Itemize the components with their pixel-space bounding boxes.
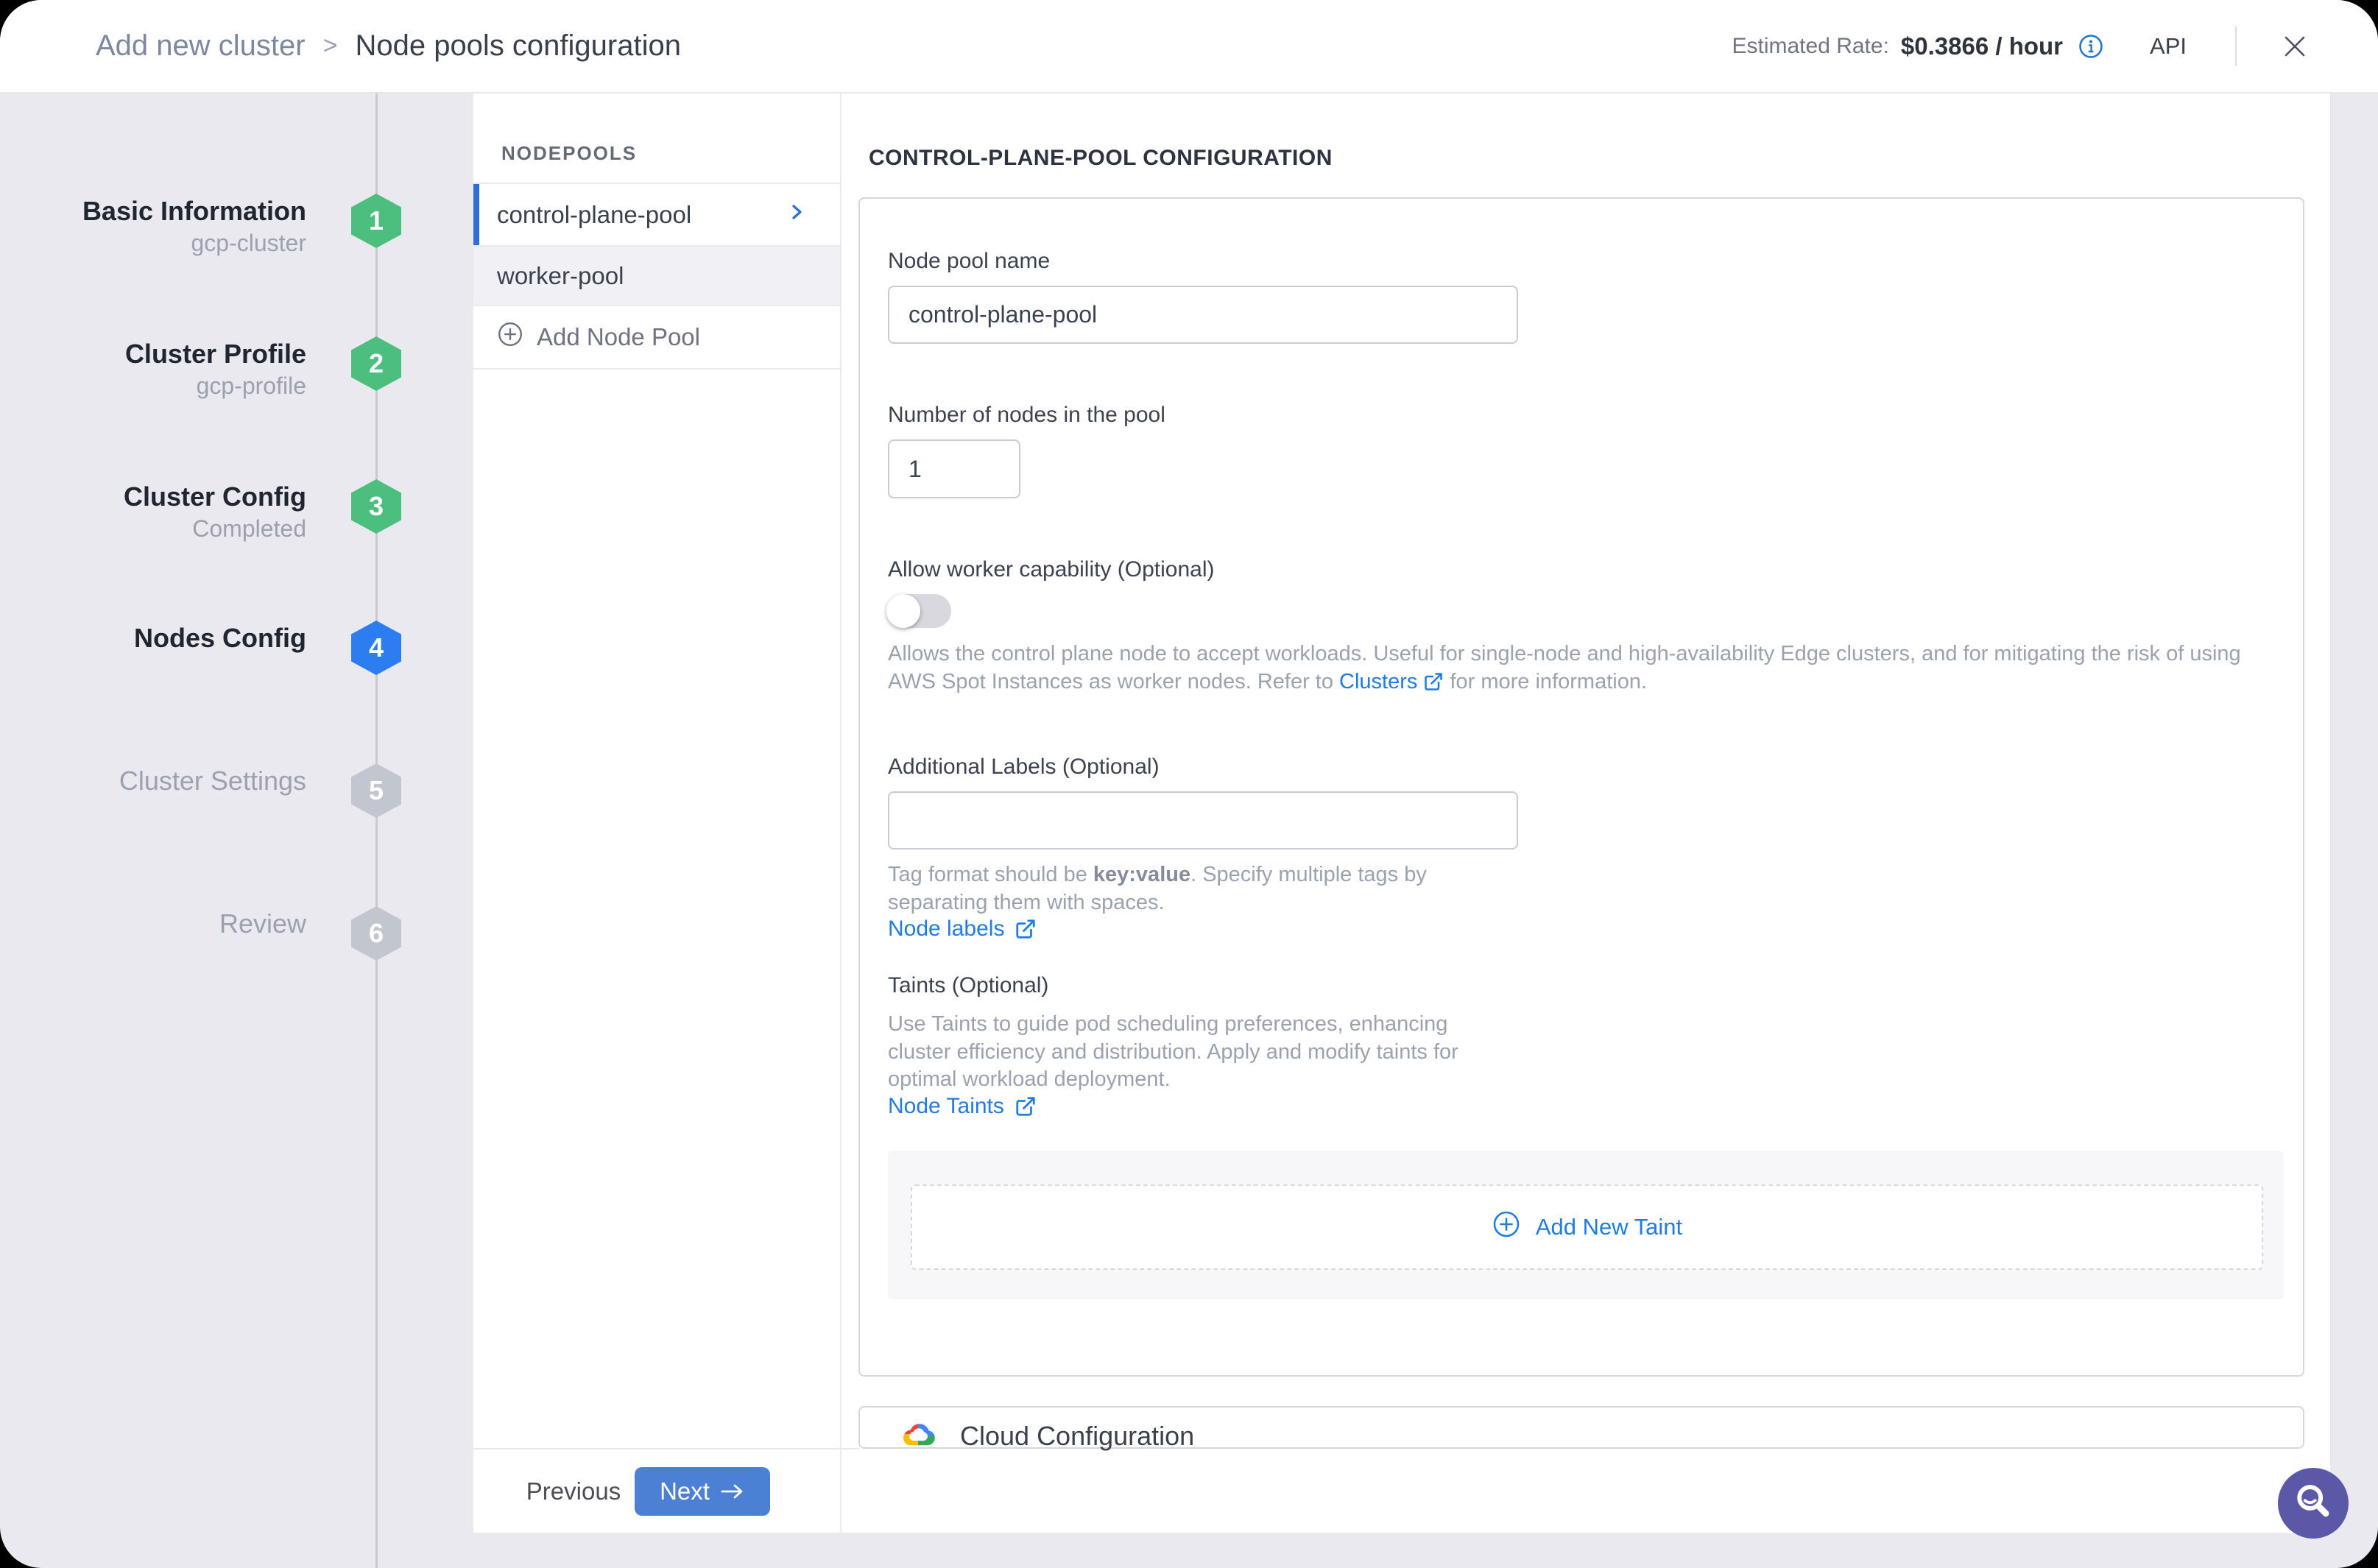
breadcrumb-parent[interactable]: Add new cluster [96,29,306,63]
breadcrumb-separator: > [323,32,338,60]
nodepool-item-worker-pool[interactable]: worker-pool [473,245,840,306]
add-node-pool-button[interactable]: Add Node Pool [473,306,840,370]
node-taints-link[interactable]: Node Taints [888,1094,1037,1119]
step-subtitle: gcp-cluster [0,227,306,258]
toggle-knob [886,594,920,628]
additional-labels-input[interactable] [888,791,1518,850]
stepper-step-cluster-profile[interactable]: Cluster Profile gcp-profile 2 [0,336,473,391]
nodepool-name: control-plane-pool [497,201,691,229]
node-count-input[interactable] [888,439,1020,498]
step-subtitle: Completed [0,513,306,544]
nodepools-panel: NODEPOOLS control-plane-pool worker-pool [473,93,842,1533]
cloud-configuration-section[interactable]: Cloud Configuration [858,1406,2304,1449]
step-title: Review [0,908,306,940]
worker-capability-description: Allows the control plane node to accept … [888,640,2250,696]
main-content-panel: NODEPOOLS control-plane-pool worker-pool [473,93,2330,1533]
nodepool-item-control-plane-pool[interactable]: control-plane-pool [473,184,840,245]
next-button[interactable]: Next [635,1467,770,1516]
add-new-taint-button[interactable]: Add New Taint [911,1184,2263,1270]
stepper-step-cluster-settings[interactable]: Cluster Settings 5 [0,763,473,818]
search-smile-icon [2291,1481,2335,1525]
api-button[interactable]: API [2150,33,2187,60]
info-icon[interactable] [2078,33,2104,60]
estimated-rate-label: Estimated Rate: [1732,34,1888,59]
step-number-badge: 1 [351,194,401,248]
stepper-step-review[interactable]: Review 6 [0,906,473,961]
node-count-label: Number of nodes in the pool [888,401,1165,429]
footer-divider [473,1448,859,1449]
taints-drop-zone: Add New Taint [888,1151,2284,1299]
step-title: Basic Information [0,195,306,227]
header-actions: Estimated Rate: $0.3866 / hour API [1732,27,2310,66]
cloud-configuration-title: Cloud Configuration [960,1421,1194,1452]
step-number-badge: 3 [351,479,401,534]
taints-label: Taints (Optional) [888,972,1048,1000]
plus-circle-icon [497,321,523,353]
close-icon[interactable] [2279,31,2310,62]
step-title: Cluster Config [0,481,306,513]
step-number-badge: 5 [351,763,401,818]
google-cloud-icon [901,1421,935,1452]
step-title: Cluster Profile [0,338,306,370]
node-pool-name-label: Node pool name [888,247,1050,275]
tag-format-example: key:value [1093,863,1190,886]
stepper-step-cluster-config[interactable]: Cluster Config Completed 3 [0,479,473,534]
external-link-icon [1015,918,1037,940]
step-title: Cluster Settings [0,765,306,797]
step-title: Nodes Config [0,622,306,654]
page-title: Node pools configuration [355,29,681,63]
arrow-right-icon [720,1483,745,1500]
step-subtitle: gcp-profile [0,370,306,401]
nodepools-panel-title: NODEPOOLS [473,93,840,184]
nodepool-name: worker-pool [497,262,624,290]
breadcrumb: Add new cluster > Node pools configurati… [96,29,681,63]
chevron-right-icon [786,201,808,229]
wizard-header: Add new cluster > Node pools configurati… [0,0,2378,93]
external-link-icon [1015,1095,1037,1117]
allow-worker-capability-toggle[interactable] [888,594,951,628]
plus-circle-icon [1492,1209,1521,1245]
previous-button[interactable]: Previous [520,1471,627,1512]
external-link-icon [1423,671,1444,692]
add-node-pool-label: Add Node Pool [537,323,700,351]
pool-config-card: Node pool name Number of nodes in the po… [858,197,2304,1377]
additional-labels-label: Additional Labels (Optional) [888,753,1160,781]
labels-help-text: Tag format should be key:value. Specify … [888,861,1499,917]
stepper-line [375,93,378,1568]
step-number-badge: 6 [351,906,401,961]
step-number-badge: 4 [351,621,401,675]
estimated-rate-value: $0.3866 / hour [1901,32,2063,60]
step-number-badge: 2 [351,336,401,391]
stepper-step-basic-information[interactable]: Basic Information gcp-cluster 1 [0,194,473,248]
clusters-link[interactable]: Clusters [1339,670,1444,693]
stepper-step-nodes-config[interactable]: Nodes Config 4 [0,621,473,675]
node-pool-name-input[interactable] [888,286,1518,344]
node-labels-link[interactable]: Node labels [888,917,1037,942]
add-new-taint-label: Add New Taint [1536,1214,1682,1240]
taints-description: Use Taints to guide pod scheduling prefe… [888,1011,1484,1094]
allow-worker-capability-label: Allow worker capability (Optional) [888,556,1215,584]
help-chat-button[interactable] [2278,1468,2349,1539]
pool-config-section-title: CONTROL-PLANE-POOL CONFIGURATION [869,146,1333,171]
header-divider [2235,27,2237,66]
add-cluster-wizard-window: Add new cluster > Node pools configurati… [0,0,2378,1568]
